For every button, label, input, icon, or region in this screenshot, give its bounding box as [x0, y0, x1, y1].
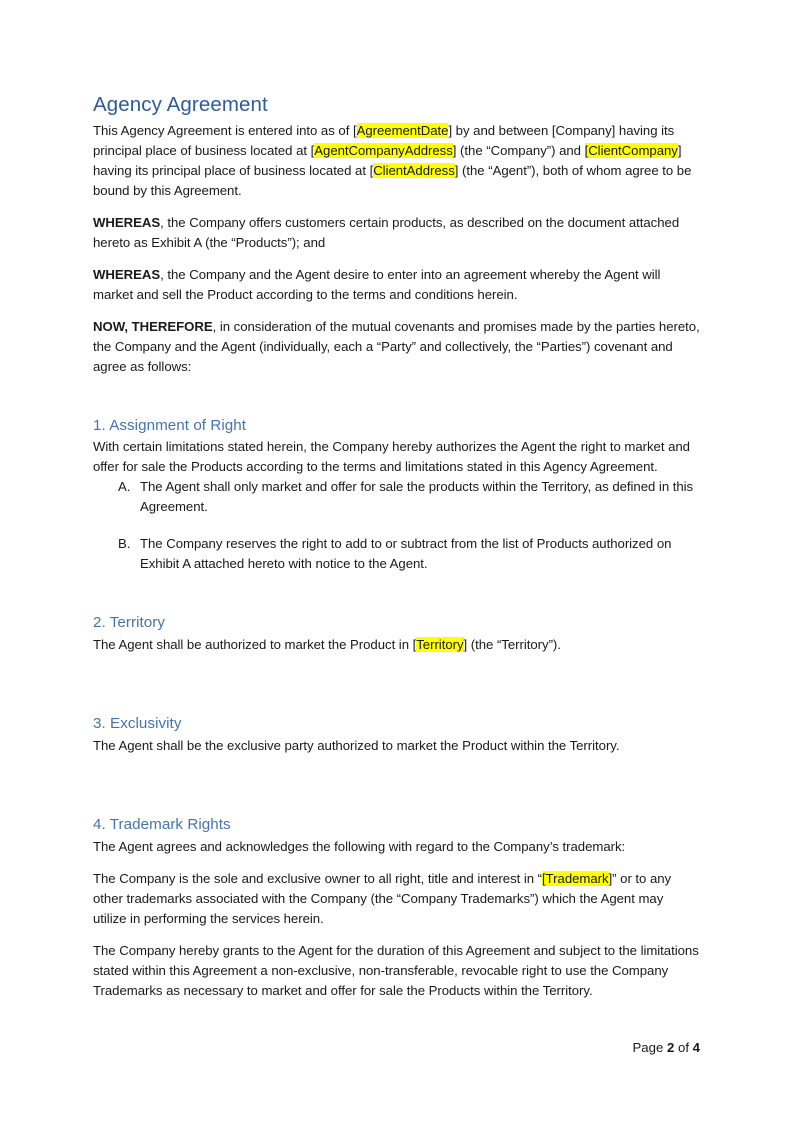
placeholder-trademark: [Trademark	[542, 870, 609, 886]
page-title: Agency Agreement	[93, 93, 268, 116]
footer-current-page: 2	[666, 1040, 675, 1055]
section-body-territory: The Agent shall be authorized to market …	[93, 635, 700, 655]
document-page: Agency Agreement This Agency Agreement i…	[0, 0, 793, 1122]
section-body-trademark-ownership: The Company is the sole and exclusive ow…	[93, 869, 700, 929]
recital-lead-in: WHEREAS	[93, 266, 161, 282]
section-body-assignment-of-right: With certain limitations stated herein, …	[93, 439, 690, 475]
trademark-text-a: The Company is the sole and exclusive ow…	[93, 870, 543, 886]
footer-label-page: Page	[632, 1040, 664, 1055]
placeholder-client-company: [ClientCompany	[584, 142, 678, 158]
list-marker: B.	[118, 536, 131, 552]
recital-body: , the Company offers customers certain p…	[93, 214, 680, 250]
section-body-trademark-grant: The Company hereby grants to the Agent f…	[93, 942, 699, 998]
intro-paragraph: This Agency Agreement is entered into as…	[93, 121, 700, 201]
intro-text-c: ] (the “Company”) and	[452, 142, 585, 158]
section-heading-assignment-of-right: 1. Assignment of Right	[93, 416, 247, 434]
assignment-clause-list: A. The Agent shall only market and offer …	[93, 477, 700, 574]
placeholder-client-address: ClientAddress	[373, 162, 455, 178]
recital-paragraph: WHEREAS, the Company and the Agent desir…	[93, 265, 700, 305]
page-footer: Page 2 of 4	[93, 1038, 700, 1058]
recital-lead-in: NOW, THEREFORE	[93, 318, 213, 334]
placeholder-agreement-date: AgreementDate	[356, 122, 449, 138]
territory-text-b: ] (the “Territory”).	[463, 637, 561, 653]
list-item-text: The Company reserves the right to add to…	[140, 536, 672, 572]
footer-label-of: of	[677, 1040, 689, 1055]
recital-lead-in: WHEREAS	[93, 214, 161, 230]
list-item-text: The Agent shall only market and offer fo…	[140, 479, 694, 515]
document-content: Agency Agreement This Agency Agreement i…	[93, 92, 700, 1001]
list-item: B. The Company reserves the right to add …	[93, 534, 700, 574]
placeholder-territory: Territory	[416, 637, 464, 653]
territory-text-a: The Agent shall be authorized to market …	[93, 637, 417, 653]
recital-paragraph: NOW, THEREFORE, in consideration of the …	[93, 317, 700, 377]
section-heading-trademark-rights: 4. Trademark Rights	[93, 815, 231, 833]
footer-total-pages: 4	[692, 1040, 700, 1055]
list-item: A. The Agent shall only market and offer …	[93, 477, 700, 517]
placeholder-agent-company-address: AgentCompanyAddress	[314, 142, 453, 158]
recital-paragraph: WHEREAS, the Company offers customers ce…	[93, 213, 700, 253]
section-body-trademark-intro: The Agent agrees and acknowledges the fo…	[93, 838, 626, 854]
intro-text-a: This Agency Agreement is entered into as…	[93, 122, 357, 138]
recital-body: , the Company and the Agent desire to en…	[93, 266, 661, 302]
list-marker: A.	[118, 479, 131, 495]
section-body-exclusivity: The Agent shall be the exclusive party a…	[93, 737, 620, 753]
section-heading-exclusivity: 3. Exclusivity	[93, 715, 182, 733]
section-heading-territory: 2. Territory	[93, 614, 166, 632]
